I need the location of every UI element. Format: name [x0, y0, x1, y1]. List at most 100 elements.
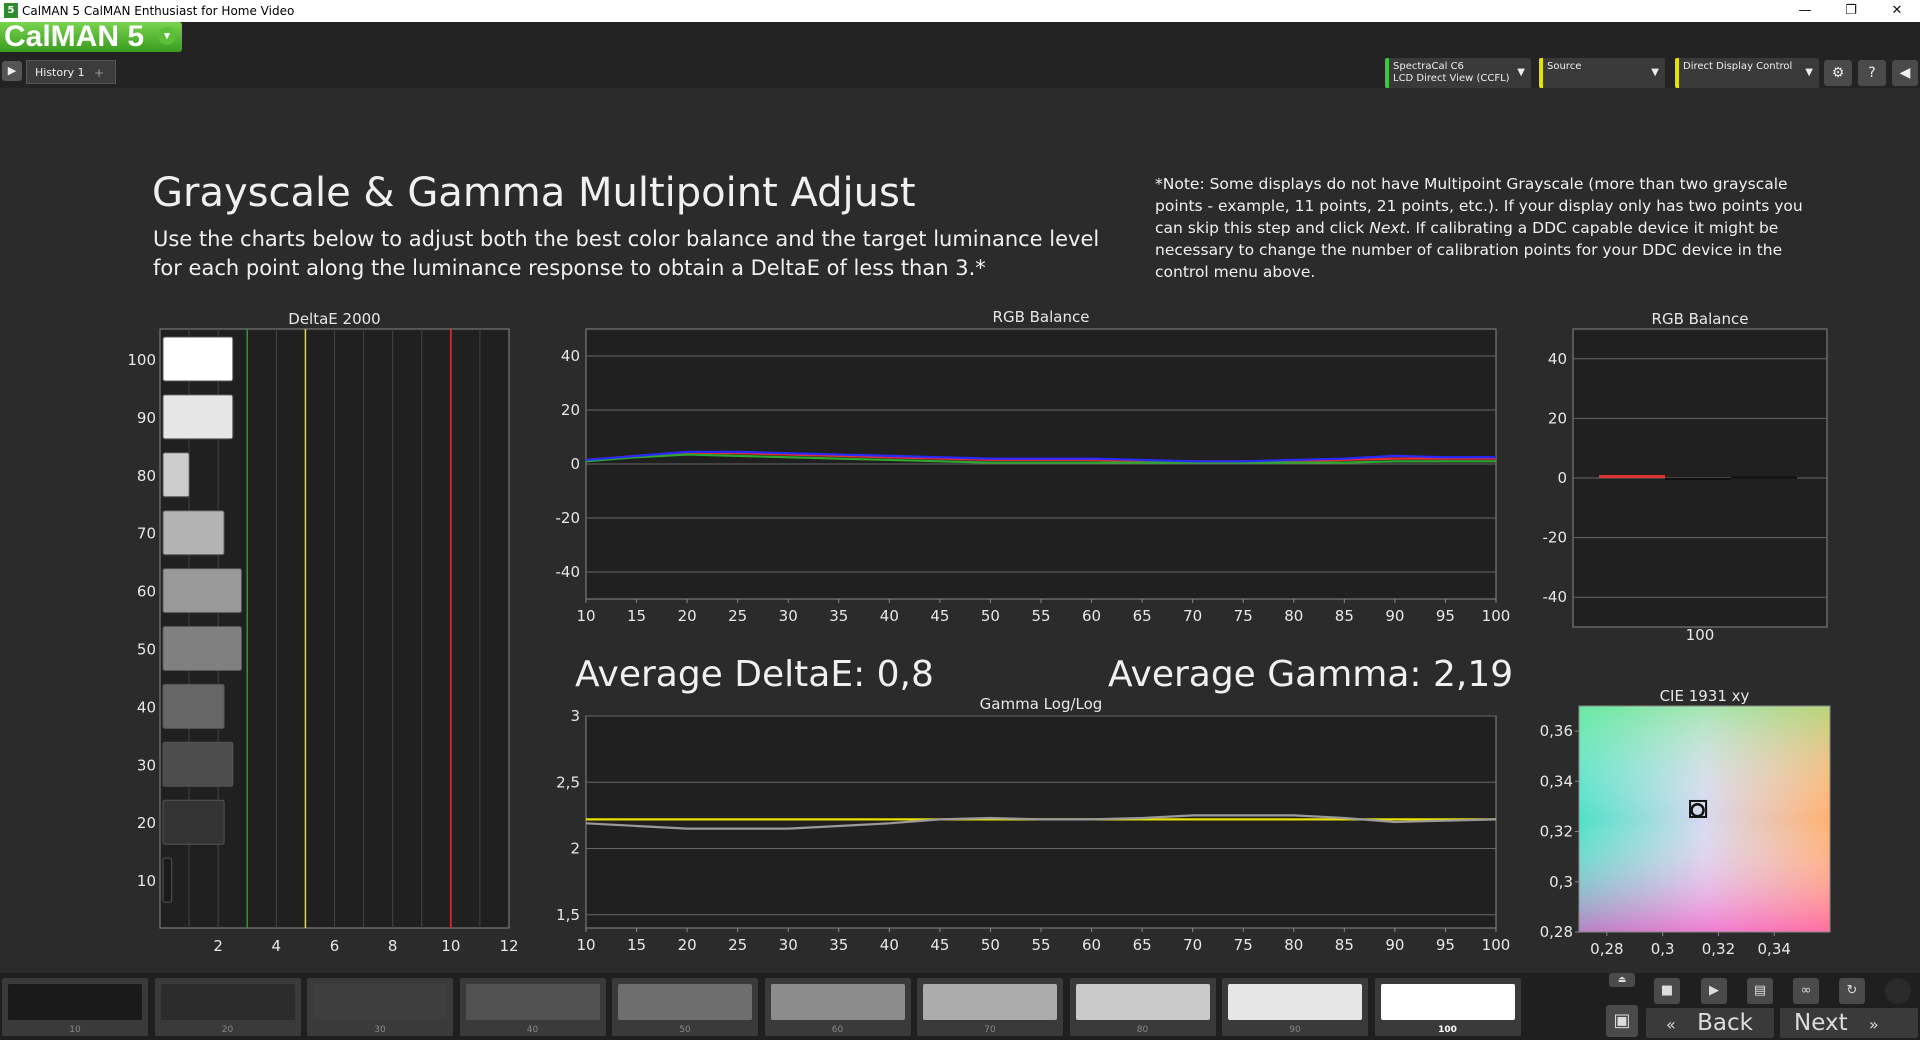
deltae-ytick-label: 30: [137, 756, 156, 774]
deltae-xtick-label: 4: [272, 937, 282, 955]
swatch-20[interactable]: 20: [154, 978, 301, 1036]
note-italic: Next: [1369, 219, 1406, 237]
rgb-bar: [1731, 476, 1797, 479]
refresh-icon[interactable]: ↻: [1839, 978, 1865, 1004]
back-label: Back: [1697, 1010, 1753, 1036]
gamma-xtick-label: 90: [1385, 936, 1404, 954]
deltae-bar: [162, 683, 225, 729]
play-workflow-button[interactable]: ▶: [2, 61, 22, 81]
rgb-balance-xtick-label: 80: [1284, 607, 1303, 625]
gamma-xtick-label: 35: [829, 936, 848, 954]
page-title: Grayscale & Gamma Multipoint Adjust: [152, 170, 916, 216]
chevron-down-icon: ▼: [1805, 67, 1813, 78]
rgb-balance-xtick-label: 45: [930, 607, 949, 625]
swatch-fill: [1075, 984, 1210, 1020]
gamma-xtick-label: 80: [1284, 936, 1303, 954]
rgb-balance-ytick-label: -20: [556, 509, 581, 527]
cie-ytick-label: 0,36: [1540, 722, 1573, 740]
gamma-xtick-label: 30: [779, 936, 798, 954]
display-control-selector[interactable]: Direct Display Control ▼: [1675, 58, 1819, 88]
deltae-plot-area: [159, 328, 510, 929]
swatch-100[interactable]: 100: [1374, 978, 1521, 1036]
gamma-xtick-label: 95: [1436, 936, 1455, 954]
deltae-ytick-label: 60: [137, 583, 156, 601]
cie-ytick-label: 0,34: [1540, 772, 1573, 790]
minimize-button[interactable]: —: [1782, 0, 1828, 22]
gamma-xtick-label: 55: [1031, 936, 1050, 954]
gamma-xtick-label: 10: [576, 936, 595, 954]
rgb-balance-xtick-label: 70: [1183, 607, 1202, 625]
swatch-fill: [1380, 984, 1515, 1020]
rgb-balance-xtick-label: 85: [1335, 607, 1354, 625]
swatch-60[interactable]: 60: [764, 978, 911, 1036]
cie-color-overlay: [1579, 706, 1830, 932]
back-button[interactable]: « Back: [1646, 1008, 1774, 1038]
gamma-ytick-label: 3: [570, 707, 580, 725]
source-selector[interactable]: Source ▼: [1539, 58, 1665, 88]
deltae-bar: [162, 452, 190, 498]
swatch-40[interactable]: 40: [459, 978, 606, 1036]
chevron-down-icon: ▼: [1517, 67, 1525, 78]
next-chevron-icon: »: [1868, 1015, 1879, 1034]
help-icon[interactable]: ?: [1858, 60, 1886, 86]
rgb-bar: [1599, 475, 1665, 478]
eject-icon[interactable]: ⏏: [1609, 973, 1635, 987]
gamma-series-line: [585, 814, 1497, 830]
gamma-xtick-label: 25: [728, 936, 747, 954]
restore-button[interactable]: ❐: [1828, 0, 1874, 22]
close-button[interactable]: ✕: [1874, 0, 1920, 22]
stop-square-icon[interactable]: ▣: [1606, 1005, 1638, 1037]
deltae-xtick-label: 8: [388, 937, 398, 955]
calman-logo[interactable]: CalMAN 5 ▾: [0, 22, 182, 52]
swatch-70[interactable]: 70: [917, 978, 1063, 1036]
gamma-ytick-label: 2,5: [556, 773, 580, 791]
logo-text: CalMAN 5: [4, 20, 145, 53]
cie-title: CIE 1931 xy: [1660, 687, 1750, 705]
deltae-bar: [162, 568, 243, 614]
swatch-label: 50: [679, 1025, 691, 1035]
collapse-icon[interactable]: ◀: [1892, 60, 1918, 86]
rgb-balance-xtick-label: 25: [728, 607, 747, 625]
gamma-xtick-label: 85: [1335, 936, 1354, 954]
swatch-label: 90: [1289, 1025, 1301, 1035]
swatch-10[interactable]: 10: [2, 978, 148, 1036]
rgb-balance-xtick-label: 55: [1031, 607, 1050, 625]
rgb-balance-series-line: [585, 452, 1496, 463]
swatch-50[interactable]: 50: [612, 978, 758, 1036]
cie-plot-area: [1579, 706, 1830, 932]
add-tab-button[interactable]: +: [92, 66, 106, 80]
cie-xtick-label: 0,3: [1651, 940, 1675, 958]
swatch-90[interactable]: 90: [1222, 978, 1368, 1036]
deltae-ytick-label: 50: [137, 641, 156, 659]
next-button[interactable]: Next »: [1780, 1008, 1918, 1038]
subtitle-line-1: Use the charts below to adjust both the …: [153, 227, 1100, 251]
meter-selector[interactable]: SpectraCal C6 LCD Direct View (CCFL) ▼: [1385, 58, 1531, 88]
cie-xtick-label: 0,28: [1590, 940, 1623, 958]
save-icon[interactable]: ▤: [1747, 978, 1773, 1004]
swatch-fill: [8, 984, 142, 1020]
loop-icon[interactable]: ∞: [1793, 978, 1819, 1004]
deltae-bar: [162, 510, 225, 556]
logo-dropdown-icon[interactable]: ▾: [158, 27, 176, 45]
stop-icon[interactable]: ■: [1654, 978, 1680, 1004]
swatch-label: 70: [984, 1025, 996, 1035]
rgb-bar-ytick-label: 40: [1548, 350, 1567, 368]
gamma-xtick-label: 70: [1183, 936, 1202, 954]
meter-name: SpectraCal C6: [1393, 61, 1464, 72]
average-gamma: Average Gamma: 2,19: [1108, 654, 1514, 695]
rgb-balance-xtick-label: 100: [1482, 607, 1511, 625]
rgb-balance-xtick-label: 95: [1436, 607, 1455, 625]
swatch-label: 60: [831, 1025, 844, 1035]
cie-xtick-label: 0,32: [1702, 940, 1735, 958]
source-label: Source: [1547, 61, 1582, 72]
play-icon[interactable]: ▶: [1701, 978, 1727, 1004]
deltae-bar: [162, 857, 173, 903]
gear-icon[interactable]: ⚙: [1824, 60, 1852, 86]
cie-target-marker: [1689, 799, 1708, 818]
swatch-30[interactable]: 30: [307, 978, 453, 1036]
cie-frame: [1578, 705, 1831, 933]
deltae-ytick-label: 80: [137, 467, 156, 485]
swatch-80[interactable]: 80: [1069, 978, 1216, 1036]
rgb-balance-ytick-label: -40: [556, 563, 581, 581]
rgb-balance-xtick-label: 15: [627, 607, 646, 625]
